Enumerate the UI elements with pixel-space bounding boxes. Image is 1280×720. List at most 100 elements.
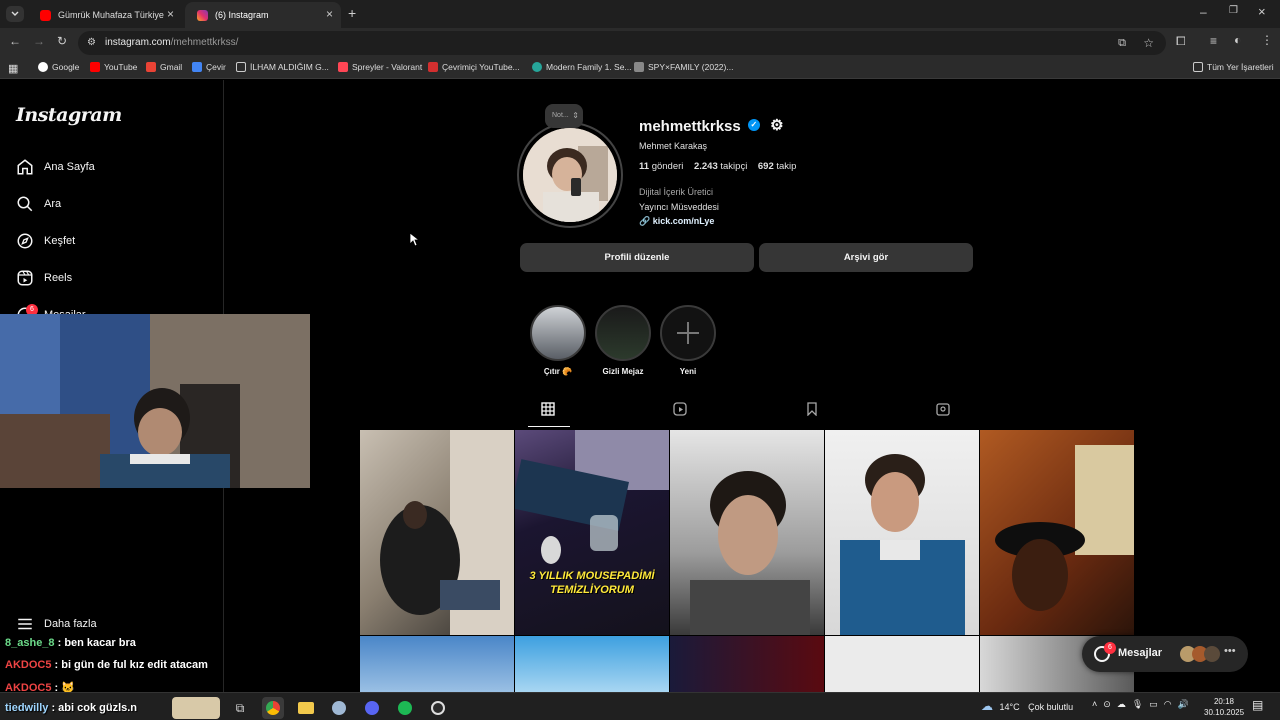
bookmark-modern-family[interactable]: Modern Family 1. Se... — [532, 62, 632, 72]
profile-icon[interactable]: ◐ — [1234, 33, 1241, 47]
search-icon — [17, 196, 33, 212]
install-app-icon[interactable]: ⧉ — [1118, 31, 1126, 55]
profile-link[interactable]: 🔗 kick.com/nLye — [639, 216, 714, 227]
file-explorer-icon[interactable] — [295, 697, 317, 719]
browser-tab-gumruk[interactable]: Gümrük Muhafaza Türkiye 15. E × — [28, 2, 182, 28]
minimize-button[interactable]: – — [1200, 5, 1207, 19]
media-controls-icon[interactable]: ≡ — [1210, 34, 1217, 48]
sidebar-item-explore[interactable]: Keşfet — [16, 232, 75, 250]
weather-widget[interactable]: ☁ 14°C Çok bulutlu — [981, 699, 1073, 713]
view-archive-button[interactable]: Arşivi gör — [759, 243, 973, 272]
chat-message: AKDOC5 : bi gün de ful kız edit atacam — [5, 659, 208, 671]
extensions-icon[interactable]: ⧠ — [1176, 34, 1186, 49]
instagram-logo[interactable]: Instagram — [16, 104, 122, 126]
note-bubble[interactable]: Not... ⇕ — [545, 104, 583, 128]
clock[interactable]: 20:18 30.10.2025 — [1204, 696, 1244, 718]
post-tile[interactable]: 3 YILLIK MOUSEPADİMİ TEMİZLİYORUM — [515, 430, 669, 635]
post-tile[interactable] — [670, 430, 824, 635]
chat-message: tiedwilly : abi cok güzls.n — [5, 702, 137, 714]
sidebar-item-more[interactable]: Daha fazla — [16, 615, 97, 633]
search-widget-image[interactable] — [172, 697, 220, 719]
tab-search-button[interactable] — [6, 6, 24, 22]
bookmark-google[interactable]: Google — [38, 62, 79, 72]
valorant-icon — [338, 62, 348, 72]
star-icon[interactable]: ☆ — [1143, 31, 1154, 55]
post-tile[interactable] — [825, 636, 979, 692]
close-window-button[interactable]: × — [1258, 4, 1266, 19]
bookmark-ilham[interactable]: İLHAM ALDIĞIM G... — [236, 62, 329, 72]
webcam-overlay — [0, 314, 310, 488]
system-tray[interactable]: ˄⊙☁🎙▭◠🔊 — [1092, 699, 1195, 710]
post-tile[interactable] — [515, 636, 669, 692]
tab-posts[interactable] — [541, 402, 555, 421]
volume-icon: 🔊 — [1177, 699, 1195, 709]
post-tile[interactable] — [670, 636, 824, 692]
notification-center-icon[interactable]: ▤ — [1252, 698, 1263, 712]
edit-profile-button[interactable]: Profili düzenle — [520, 243, 754, 272]
highlight-citir[interactable]: Çıtır 🥐 — [530, 305, 586, 376]
spotify-icon[interactable] — [394, 697, 416, 719]
browser-tab-bar: Gümrük Muhafaza Türkiye 15. E × (6) Inst… — [0, 0, 1280, 28]
highlight-cover — [660, 305, 716, 361]
site-info-icon[interactable]: ⚙ — [87, 31, 96, 55]
all-bookmarks[interactable]: Tüm Yer İşaretleri — [1193, 62, 1274, 72]
bookmark-label: SPY×FAMILY (2022)... — [648, 62, 734, 72]
apps-grid-icon[interactable]: ▦ — [8, 62, 18, 75]
more-dots-icon: ••• — [1224, 645, 1236, 657]
post-tile[interactable] — [360, 430, 514, 635]
bookmark-youtube[interactable]: YouTube — [90, 62, 137, 72]
address-bar[interactable]: ⚙ instagram.com/mehmettkrkss/ ⧉ ☆ — [78, 31, 1166, 55]
bookmark-spy-family[interactable]: SPY×FAMILY (2022)... — [634, 62, 733, 72]
new-tab-button[interactable]: + — [348, 5, 356, 21]
settings-gear-icon[interactable]: ⚙ — [770, 116, 783, 134]
tab-title: (6) Instagram — [215, 10, 269, 20]
posts-stat: 11 gönderi — [639, 161, 683, 172]
avatar[interactable] — [523, 128, 617, 222]
microphone-icon: 🎙 — [1131, 699, 1150, 709]
bookmark-cevir[interactable]: Çevir — [192, 62, 226, 72]
chat-username: AKDOC5 — [5, 659, 52, 671]
close-icon[interactable]: × — [167, 7, 174, 21]
highlight-cover — [530, 305, 586, 361]
sidebar-item-search[interactable]: Ara — [16, 195, 61, 213]
post-tile[interactable] — [360, 636, 514, 692]
compass-icon — [17, 233, 33, 249]
forward-arrow-icon[interactable]: → — [33, 34, 45, 48]
network-icon: ⊙ — [1103, 699, 1117, 709]
bookmark-label: Gmail — [160, 62, 183, 72]
task-view-icon[interactable]: ⧉ — [229, 697, 251, 719]
back-arrow-icon[interactable]: ← — [9, 34, 21, 48]
menu-kebab-icon[interactable]: ⋮ — [1261, 33, 1273, 47]
tab-title: Gümrük Muhafaza Türkiye 15. E — [58, 10, 166, 20]
sidebar-item-home[interactable]: Ana Sayfa — [16, 158, 95, 176]
sidebar-item-reels[interactable]: Reels — [16, 269, 72, 287]
post-tile[interactable] — [980, 430, 1134, 635]
browser-tab-instagram[interactable]: (6) Instagram × — [185, 2, 341, 28]
following-stat[interactable]: 692 takip — [758, 161, 797, 172]
bookmark-youtube-download[interactable]: Çevrimiçi YouTube... — [428, 62, 520, 72]
chrome-taskbar-icon[interactable] — [262, 697, 284, 719]
highlight-new[interactable]: Yeni — [660, 305, 716, 376]
reels-icon — [673, 402, 687, 416]
obs-icon[interactable] — [427, 697, 449, 719]
highlight-gizli-mejaz[interactable]: Gizli Mejaz — [595, 305, 651, 376]
following-count: 692 — [757, 161, 774, 172]
post-tile[interactable] — [825, 430, 979, 635]
bookmark-label: YouTube — [104, 62, 138, 72]
tab-tagged[interactable] — [936, 402, 950, 421]
translate-icon — [192, 62, 202, 72]
restore-button[interactable]: ❐ — [1229, 5, 1238, 16]
messages-pill[interactable]: 6 Mesajlar ••• — [1082, 636, 1248, 672]
discord-icon[interactable] — [361, 697, 383, 719]
post-image — [690, 471, 810, 635]
bookmark-valorant[interactable]: Spreyler - Valorant — [338, 62, 422, 72]
post-caption: 3 YILLIK MOUSEPADİMİ TEMİZLİYORUM — [529, 570, 655, 596]
steam-icon[interactable] — [328, 697, 350, 719]
chat-username: tiedwilly — [5, 702, 49, 714]
tab-reels[interactable] — [673, 402, 687, 421]
reload-icon[interactable]: ↻ — [57, 34, 67, 48]
tab-saved[interactable] — [805, 402, 819, 421]
bookmark-gmail[interactable]: Gmail — [146, 62, 182, 72]
close-icon[interactable]: × — [326, 7, 333, 21]
followers-stat[interactable]: 2.243 takipçi — [694, 161, 747, 172]
